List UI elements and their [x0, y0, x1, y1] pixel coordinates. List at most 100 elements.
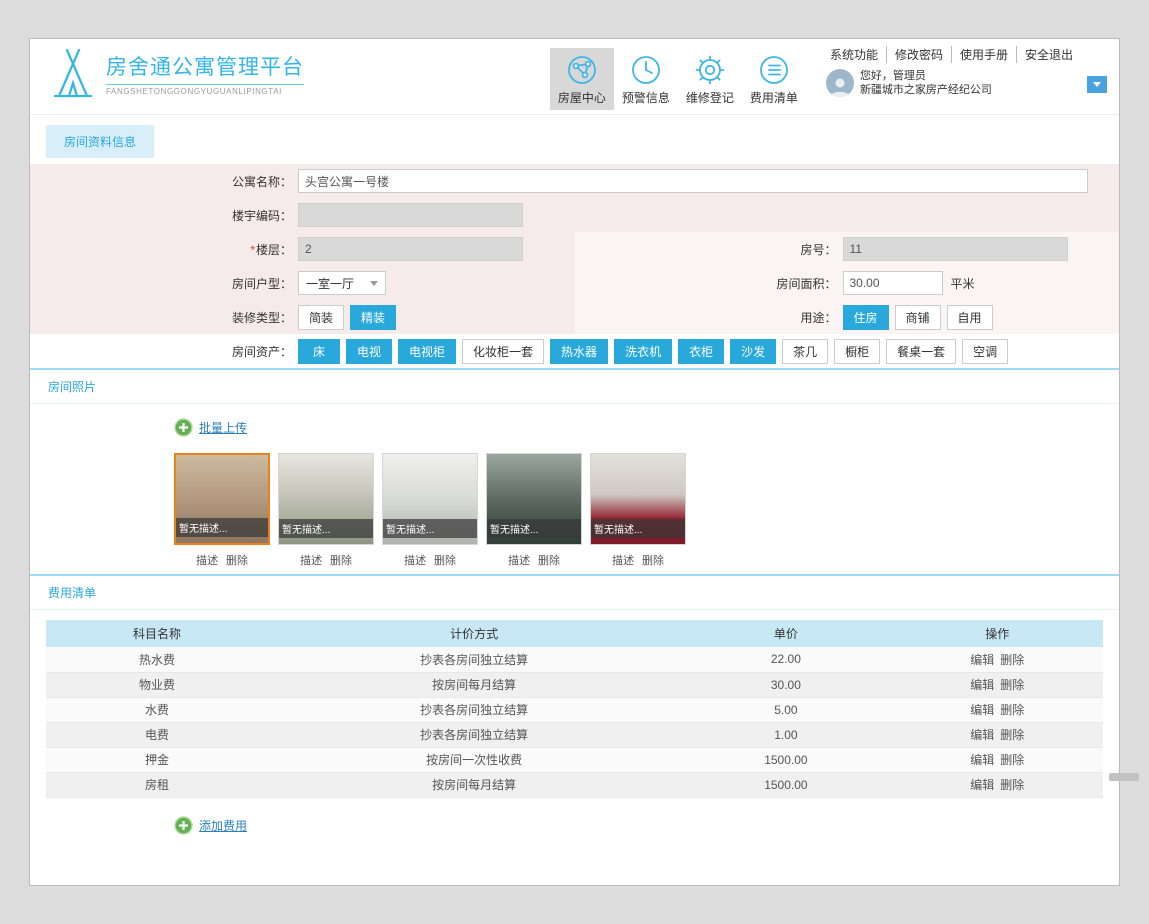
photo-describe-link[interactable]: 描述 [508, 555, 530, 567]
assets-label: 房间资产： [30, 343, 298, 360]
delete-link[interactable]: 删除 [1000, 728, 1024, 742]
photos-section-title: 房间照片 [30, 368, 1119, 404]
asset-option[interactable]: 床 [298, 339, 340, 364]
edit-link[interactable]: 编辑 [970, 778, 994, 792]
area-input[interactable] [843, 271, 943, 295]
logo-text: 房舍通公寓管理平台 FANGSHETONGGONGYUGUANLIPINGTAI [106, 51, 304, 96]
link-user-manual[interactable]: 使用手册 [951, 46, 1016, 63]
gear-icon [693, 53, 727, 87]
edit-link[interactable]: 编辑 [970, 703, 994, 717]
tab-bar: 房间资料信息 [30, 115, 1119, 164]
delete-link[interactable]: 删除 [1000, 778, 1024, 792]
usage-option[interactable]: 商铺 [895, 305, 941, 330]
batch-upload-label: 批量上传 [199, 419, 247, 436]
form-row-assets: 房间资产： 床 电视 电视柜 化妆柜一套 热水器 洗衣机 衣柜 沙发 茶几 橱柜… [30, 334, 1119, 368]
asset-option[interactable]: 电视 [346, 339, 392, 364]
photo-thumbnail[interactable]: 暂无描述... [382, 453, 478, 545]
photo-item: 暂无描述... 描述删除 [174, 453, 270, 568]
asset-option[interactable]: 餐桌一套 [886, 339, 956, 364]
usage-option[interactable]: 住房 [843, 305, 889, 330]
edit-link[interactable]: 编辑 [970, 728, 994, 742]
nav-warning-info[interactable]: 预警信息 [614, 48, 678, 110]
form-row-floor-roomno: *楼层： 房号： [30, 232, 1119, 266]
link-system-functions[interactable]: 系统功能 [822, 46, 886, 63]
floor-input[interactable] [298, 237, 523, 261]
link-logout[interactable]: 安全退出 [1016, 46, 1081, 63]
layout-label: 房间户型： [30, 275, 298, 292]
photo-caption: 暂无描述... [176, 518, 268, 537]
room-no-input[interactable] [843, 237, 1068, 261]
photo-describe-link[interactable]: 描述 [300, 555, 322, 567]
apartment-name-input[interactable] [298, 169, 1088, 193]
table-row: 电费 抄表各房间独立结算 1.00 编辑删除 [46, 722, 1103, 747]
photo-actions: 描述删除 [174, 552, 270, 568]
link-change-password[interactable]: 修改密码 [886, 46, 951, 63]
decoration-option[interactable]: 简装 [298, 305, 344, 330]
header-right: 房屋中心 预警信息 [550, 46, 1107, 110]
fee-name: 电费 [46, 722, 268, 747]
asset-option[interactable]: 化妆柜一套 [462, 339, 544, 364]
collapse-toggle[interactable] [1087, 76, 1107, 93]
delete-link[interactable]: 删除 [1000, 753, 1024, 767]
horizontal-scrollbar[interactable] [1109, 773, 1139, 781]
delete-link[interactable]: 删除 [1000, 703, 1024, 717]
photo-delete-link[interactable]: 删除 [642, 555, 664, 567]
photo-delete-link[interactable]: 删除 [226, 555, 248, 567]
floor-field: *楼层： [30, 232, 575, 266]
photo-delete-link[interactable]: 删除 [434, 555, 456, 567]
photo-thumbnail[interactable]: 暂无描述... [174, 453, 270, 545]
photo-thumbnail[interactable]: 暂无描述... [590, 453, 686, 545]
col-pricing-method: 计价方式 [268, 620, 680, 647]
decoration-field: 装修类型： 简装 精装 [30, 300, 575, 334]
asset-option[interactable]: 沙发 [730, 339, 776, 364]
edit-link[interactable]: 编辑 [970, 653, 994, 667]
nav-repair-register[interactable]: 维修登记 [678, 48, 742, 110]
app-title: 房舍通公寓管理平台 [106, 51, 304, 85]
tab-room-info[interactable]: 房间资料信息 [46, 125, 154, 158]
nav-label: 预警信息 [616, 89, 676, 106]
user-texts: 您好，管理员 新疆城市之家房产经纪公司 [860, 69, 992, 97]
photo-thumbnail[interactable]: 暂无描述... [278, 453, 374, 545]
delete-link[interactable]: 删除 [1000, 678, 1024, 692]
fee-price: 1500.00 [680, 747, 891, 772]
floor-label: *楼层： [30, 241, 298, 258]
form-row-layout-area: 房间户型： 一室一厅 房间面积： 平米 [30, 266, 1119, 300]
asset-option[interactable]: 空调 [962, 339, 1008, 364]
asset-option[interactable]: 衣柜 [678, 339, 724, 364]
add-fee-link[interactable]: 添加费用 [174, 816, 247, 835]
form-row-apartment-name: 公寓名称： [30, 164, 1119, 198]
photo-describe-link[interactable]: 描述 [612, 555, 634, 567]
edit-link[interactable]: 编辑 [970, 753, 994, 767]
usage-field: 用途： 住房 商铺 自用 [575, 300, 1120, 334]
asset-option[interactable]: 电视柜 [398, 339, 456, 364]
delete-link[interactable]: 删除 [1000, 653, 1024, 667]
building-code-input[interactable] [298, 203, 523, 227]
asset-option[interactable]: 橱柜 [834, 339, 880, 364]
photo-delete-link[interactable]: 删除 [538, 555, 560, 567]
edit-link[interactable]: 编辑 [970, 678, 994, 692]
batch-upload-link[interactable]: 批量上传 [174, 418, 247, 437]
asset-option[interactable]: 热水器 [550, 339, 608, 364]
asset-option[interactable]: 洗衣机 [614, 339, 672, 364]
add-icon [174, 418, 193, 437]
assets-options: 床 电视 电视柜 化妆柜一套 热水器 洗衣机 衣柜 沙发 茶几 橱柜 餐桌一套 … [298, 339, 1014, 364]
photo-actions: 描述删除 [590, 552, 686, 568]
photo-thumbnail[interactable]: 暂无描述... [486, 453, 582, 545]
nav-house-center[interactable]: 房屋中心 [550, 48, 614, 110]
photo-delete-link[interactable]: 删除 [330, 555, 352, 567]
photo-describe-link[interactable]: 描述 [196, 555, 218, 567]
table-row: 水费 抄表各房间独立结算 5.00 编辑删除 [46, 697, 1103, 722]
asset-option[interactable]: 茶几 [782, 339, 828, 364]
usage-option[interactable]: 自用 [947, 305, 993, 330]
photo-item: 暂无描述... 描述删除 [590, 453, 686, 568]
clock-icon [629, 53, 663, 87]
photo-describe-link[interactable]: 描述 [404, 555, 426, 567]
room-layout-value: 一室一厅 [306, 275, 354, 292]
area-label: 房间面积： [575, 275, 843, 292]
nav-fee-list[interactable]: 费用清单 [742, 48, 806, 110]
photo-strip: 暂无描述... 描述删除 暂无描述... 描述删除 暂无描述... [174, 453, 1099, 568]
usage-label: 用途： [575, 309, 843, 326]
room-layout-select[interactable]: 一室一厅 [298, 271, 386, 295]
decoration-option[interactable]: 精装 [350, 305, 396, 330]
fee-ops: 编辑删除 [892, 647, 1103, 672]
